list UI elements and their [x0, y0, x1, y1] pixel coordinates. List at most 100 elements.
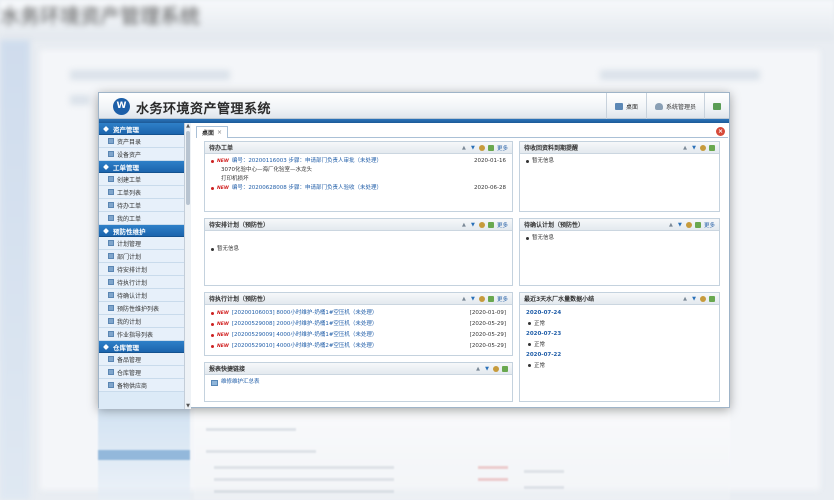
tab-desktop[interactable]: 桌面 × [196, 126, 229, 138]
sidebar-item-warehouse-management[interactable]: 仓库管理 [99, 366, 190, 379]
more-link[interactable]: 更多 [497, 295, 508, 303]
collapse-up-icon[interactable]: ▲ [668, 222, 674, 228]
collapse-up-icon[interactable]: ▲ [461, 145, 467, 151]
list-item: 暂无信息 [526, 157, 713, 166]
group-icon [103, 343, 109, 350]
collapse-up-icon[interactable]: ▲ [475, 366, 481, 372]
item-icon [108, 331, 114, 337]
settings-gear-icon[interactable] [478, 221, 485, 228]
settings-gear-icon[interactable] [493, 365, 499, 372]
expand-down-icon[interactable]: ▼ [470, 296, 476, 302]
refresh-icon[interactable] [487, 221, 494, 228]
plan-item-date: [2020-05-29] [469, 343, 506, 349]
refresh-icon[interactable] [502, 365, 508, 372]
plan-item-text[interactable]: [20200106003] 8000小时维护-奶桶1#空压机（未处理） [232, 308, 378, 319]
settings-gear-icon[interactable] [478, 295, 485, 302]
refresh-icon[interactable] [709, 295, 715, 302]
refresh-icon[interactable] [694, 221, 701, 228]
list-item[interactable]: NEW [20200106003] 8000小时维护-奶桶1#空压机（未处理） [2… [211, 308, 506, 319]
sidebar-item-my-plans[interactable]: 我的计划 [99, 315, 190, 328]
plan-item-text[interactable]: [20200529009] 4000小时维护-奶桶1#空压机（未处理） [232, 330, 378, 341]
more-link[interactable]: 更多 [497, 221, 508, 229]
plan-item-text[interactable]: [20200529010] 4000小时维护-奶桶2#空压机（未处理） [232, 341, 378, 352]
sidebar-group-label: 工单管理 [113, 163, 139, 172]
settings-gear-icon[interactable] [700, 144, 706, 151]
report-link[interactable]: 维修维护汇总表 [211, 378, 506, 387]
app-header: W 水务环境资产管理系统 桌面 系统管理员 [99, 93, 729, 119]
settings-gear-icon[interactable] [478, 144, 485, 151]
refresh-icon[interactable] [487, 295, 494, 302]
expand-down-icon[interactable]: ▼ [677, 222, 683, 228]
sidebar-item-plans-to-execute[interactable]: 待执行计划 [99, 276, 190, 289]
portlet-plans-to-arrange: 待安排计划（预防性） ▲ ▼ 更多 暂无信息 [204, 218, 513, 286]
refresh-icon[interactable] [709, 144, 715, 151]
collapse-up-icon[interactable]: ▲ [682, 145, 688, 151]
tab-bar: 桌面 × × [196, 126, 728, 138]
collapse-up-icon[interactable]: ▲ [461, 296, 467, 302]
sidebar-scrollbar[interactable]: ▲ ▼ [184, 123, 191, 409]
sidebar-group-warehouse[interactable]: 仓库管理 [99, 341, 190, 353]
sidebar-item-work-guides[interactable]: 作业指导列表 [99, 328, 190, 341]
portlet-pending-reports: 待收回资料到期提醒 ▲ ▼ 暂无信息 [519, 141, 720, 212]
expand-down-icon[interactable]: ▼ [484, 366, 490, 372]
sidebar-item-plans-to-confirm[interactable]: 待确认计划 [99, 289, 190, 302]
background-sidebar [0, 40, 30, 500]
todo-item-text[interactable]: 编号：20200116003 步骤：申请部门负责人审批（未处理） [232, 157, 382, 166]
sidebar-item-create-order[interactable]: 创建工单 [99, 173, 190, 186]
collapse-up-icon[interactable]: ▲ [682, 296, 688, 302]
list-item[interactable]: NEW 编号：20200116003 步骤：申请部门负责人审批（未处理） 2020-… [211, 157, 506, 166]
sidebar-item-department-plans[interactable]: 部门计划 [99, 250, 190, 263]
more-link[interactable]: 更多 [704, 221, 715, 229]
collapse-up-icon[interactable]: ▲ [461, 222, 467, 228]
tab-close-icon[interactable]: × [217, 129, 222, 136]
portlet-plans-to-execute: 待执行计划（预防性） ▲ ▼ 更多 NEW [20200106003] 8000小… [204, 292, 513, 356]
expand-down-icon[interactable]: ▼ [470, 222, 476, 228]
item-icon [108, 266, 114, 272]
expand-down-icon[interactable]: ▼ [691, 296, 697, 302]
desktop-icon [614, 102, 623, 110]
sidebar-item-plans-to-arrange[interactable]: 待安排计划 [99, 263, 190, 276]
sidebar-item-order-list[interactable]: 工单列表 [99, 186, 190, 199]
scroll-thumb[interactable] [186, 131, 190, 205]
admin-user-button[interactable]: 系统管理员 [645, 93, 704, 119]
refresh-icon[interactable] [487, 144, 494, 151]
settings-gear-icon[interactable] [685, 221, 692, 228]
scroll-up-icon[interactable]: ▲ [185, 123, 191, 129]
list-item[interactable]: NEW [20200529010] 4000小时维护-奶桶2#空压机（未处理） [2… [211, 341, 506, 352]
sidebar-item-asset-catalog[interactable]: 资产目录 [99, 135, 190, 148]
sidebar-item-label: 待安排计划 [117, 266, 148, 274]
sidebar-group-work-orders[interactable]: 工单管理 [99, 161, 190, 173]
sidebar-item-label: 作业指导列表 [117, 331, 154, 339]
sidebar-group-preventive[interactable]: 预防性维护 [99, 225, 190, 237]
water-status: 正常 [526, 361, 713, 372]
settings-gear-icon[interactable] [700, 295, 706, 302]
sidebar-item-label: 计划管理 [117, 240, 142, 248]
item-icon [108, 151, 114, 157]
close-all-tabs-button[interactable]: × [716, 127, 725, 136]
list-item[interactable]: NEW [20200529008] 2000小时维护-奶桶1#空压机（未处理） [2… [211, 319, 506, 330]
todo-item-text[interactable]: 编号：20200628008 步骤：申请部门负责人验收（未处理） [232, 184, 382, 193]
scroll-down-icon[interactable]: ▼ [185, 403, 191, 409]
sidebar-item-plan-management[interactable]: 计划管理 [99, 237, 190, 250]
desktop-button[interactable]: 桌面 [605, 93, 646, 119]
expand-down-icon[interactable]: ▼ [691, 145, 697, 151]
sidebar-item-pending-orders[interactable]: 待办工单 [99, 199, 190, 212]
exit-button[interactable] [704, 93, 729, 119]
sidebar-group-assets[interactable]: 资产管理 [99, 123, 190, 135]
more-link[interactable]: 更多 [497, 144, 508, 152]
sidebar-item-label: 设备资产 [117, 151, 142, 159]
sidebar-item-my-orders[interactable]: 我的工单 [99, 212, 190, 225]
sidebar-item-equipment-assets[interactable]: 设备资产 [99, 148, 190, 161]
plan-item-date: [2020-01-09] [469, 310, 506, 316]
portlet-header: 待执行计划（预防性） ▲ ▼ 更多 [205, 293, 512, 305]
list-item[interactable]: NEW [20200529009] 4000小时维护-奶桶1#空压机（未处理） [2… [211, 330, 506, 341]
sidebar-item-spare-parts[interactable]: 备品管理 [99, 353, 190, 366]
item-icon [108, 202, 114, 208]
expand-down-icon[interactable]: ▼ [470, 145, 476, 151]
portlet-title: 报表快捷链接 [209, 366, 246, 373]
item-icon [108, 356, 114, 362]
list-item[interactable]: NEW 编号：20200628008 步骤：申请部门负责人验收（未处理） 2020-… [211, 184, 506, 193]
plan-item-text[interactable]: [20200529008] 2000小时维护-奶桶1#空压机（未处理） [232, 319, 378, 330]
sidebar-item-suppliers[interactable]: 备物供应商 [99, 379, 190, 392]
sidebar-item-preventive-list[interactable]: 预防性维护列表 [99, 302, 190, 315]
